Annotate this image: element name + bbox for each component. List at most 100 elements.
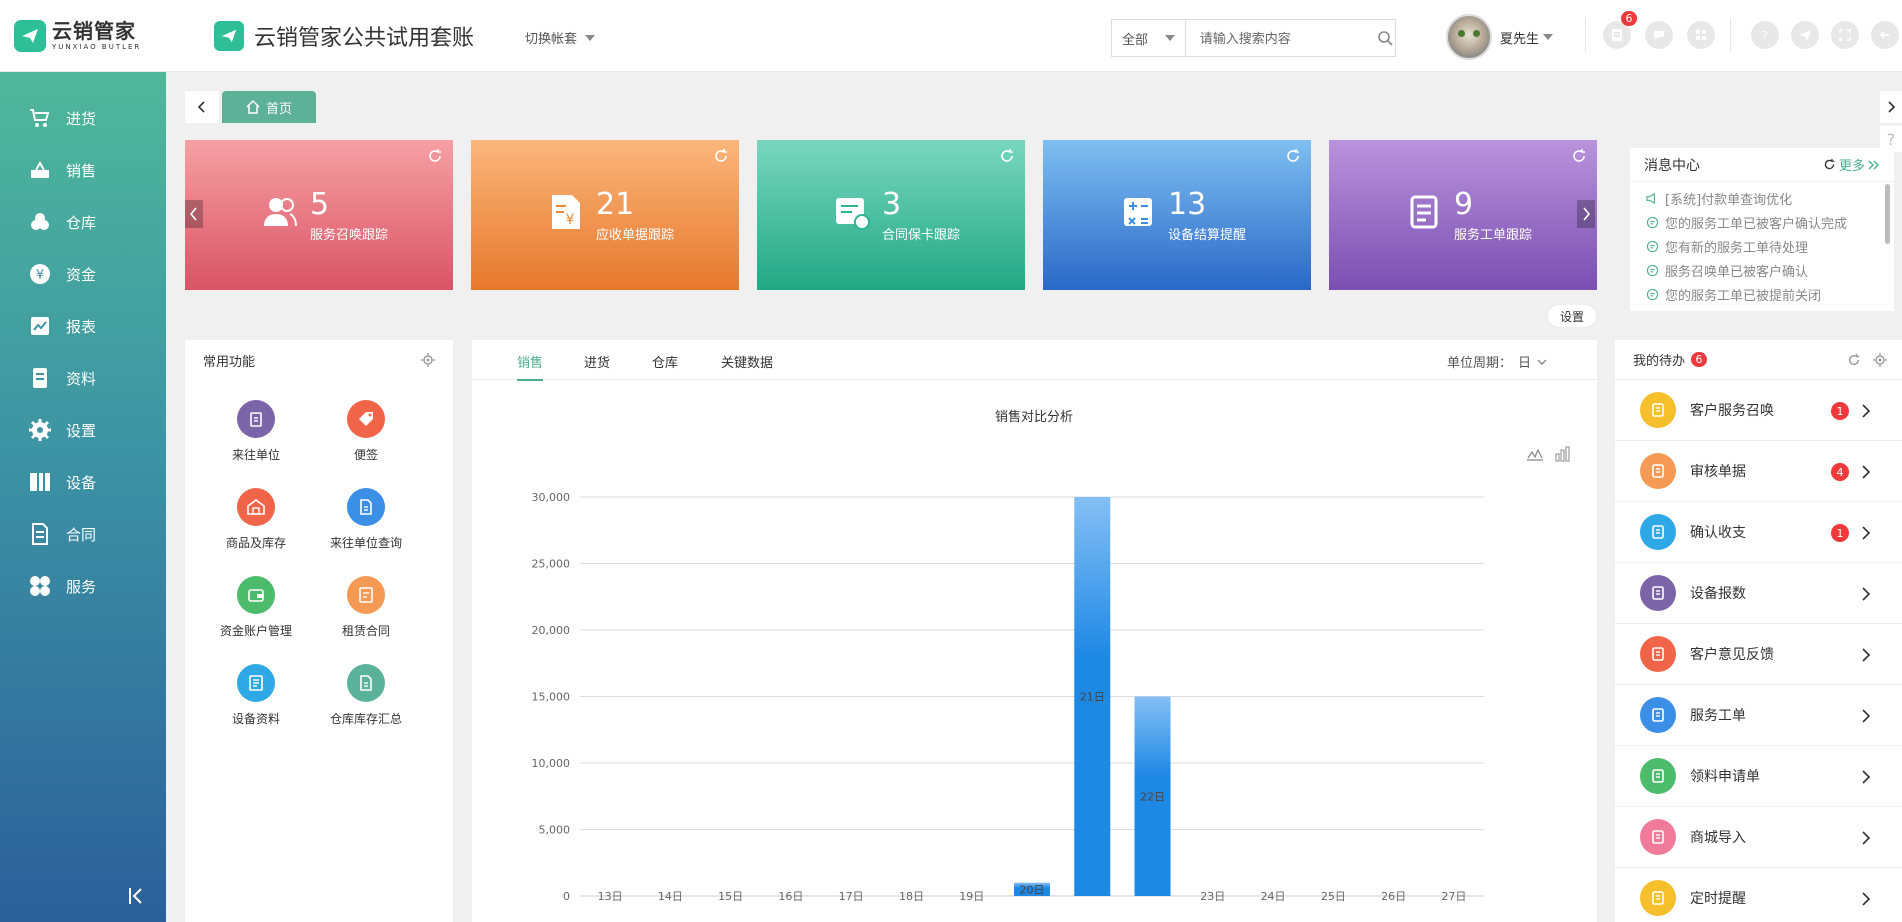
todo-item[interactable]: 商城导入 (1615, 807, 1902, 868)
todo-label: 商城导入 (1690, 830, 1746, 846)
function-contacts-query[interactable]: 来往单位查询 (311, 488, 421, 551)
message-item[interactable]: 您的服务工单已被客户确认完成 (1630, 210, 1894, 234)
todo-item[interactable]: 审核单据 4 (1615, 441, 1902, 502)
message-text: 您有新的服务工单待处理 (1665, 240, 1809, 256)
stat-card-contract[interactable]: 3 合同保卡跟踪 (757, 140, 1025, 290)
function-products-stock[interactable]: 商品及库存 (201, 488, 311, 551)
unit-period-select[interactable]: 单位周期： 日 (1447, 352, 1547, 371)
stat-card-service-call[interactable]: 5 服务召唤跟踪 (185, 140, 453, 290)
message-item[interactable]: [系统]付款单查询优化 (1630, 186, 1894, 210)
function-lease-contract[interactable]: 租赁合同 (311, 576, 421, 639)
switch-account-label: 切换帐套 (525, 32, 578, 47)
refresh-icon[interactable] (713, 148, 729, 164)
gear-icon[interactable] (421, 353, 435, 367)
sidebar-item-label: 销售 (66, 161, 97, 180)
notice-icon[interactable]: 6 (1603, 11, 1637, 49)
stat-card-receivables[interactable]: ¥ 21 应收单据跟踪 (471, 140, 739, 290)
fullscreen-icon[interactable] (1831, 21, 1859, 49)
tab-warehouse[interactable]: 仓库 (652, 352, 678, 371)
refresh-icon[interactable] (1823, 158, 1836, 171)
message-item[interactable]: 服务召唤单已被客户确认 (1630, 258, 1894, 282)
message-text: [系统]付款单查询优化 (1665, 192, 1793, 208)
todo-item[interactable]: 设备报数 (1615, 563, 1902, 624)
work-order-icon (1410, 195, 1438, 229)
brand-name-en: YUNXIAO BUTLER (52, 43, 142, 51)
function-fund-accounts[interactable]: 资金账户管理 (201, 576, 311, 639)
tab-sales[interactable]: 销售 (517, 352, 544, 381)
message-item[interactable]: 您的服务工单已被提前关闭 (1630, 282, 1894, 306)
tab-key-data[interactable]: 关键数据 (721, 352, 773, 371)
refresh-icon[interactable] (1847, 353, 1861, 367)
sidebar-item-sales[interactable]: 销售 (0, 144, 166, 196)
line-chart-toggle-icon[interactable] (1527, 448, 1543, 461)
help-icon[interactable]: ? (1751, 21, 1779, 49)
x-tick-label: 16日 (778, 890, 803, 903)
search-scope-select[interactable]: 全部 (1112, 20, 1186, 56)
divider (1730, 18, 1731, 52)
refresh-icon[interactable] (1571, 148, 1587, 164)
sidebar-item-purchase[interactable]: 进货 (0, 92, 166, 144)
switch-account-dropdown[interactable]: 切换帐套 (525, 28, 596, 47)
sidebar-item-settings[interactable]: 设置 (0, 404, 166, 456)
settings-button[interactable]: 设置 (1547, 304, 1597, 328)
search-scope-value: 全部 (1122, 32, 1149, 48)
todo-item[interactable]: 领料申请单 (1615, 746, 1902, 807)
function-warehouse-summary[interactable]: 仓库库存汇总 (311, 664, 421, 727)
divider (1585, 18, 1586, 52)
sidebar-item-devices[interactable]: 设备 (0, 456, 166, 508)
chevron-down-icon (1537, 359, 1547, 365)
gear-icon[interactable] (1873, 353, 1887, 367)
timer-icon (1640, 880, 1676, 916)
x-tick-label: 24日 (1261, 890, 1286, 903)
chart-title: 销售对比分析 (995, 409, 1073, 425)
sidebar-item-services[interactable]: 服务 (0, 560, 166, 612)
sidebar-item-data[interactable]: 资料 (0, 352, 166, 404)
refresh-icon[interactable] (427, 148, 443, 164)
carousel-next-button[interactable] (1577, 200, 1595, 228)
sidebar-item-warehouse[interactable]: 仓库 (0, 196, 166, 248)
stat-card-settlement[interactable]: 13 设备结算提醒 (1043, 140, 1311, 290)
collapse-sidebar-icon[interactable] (124, 884, 148, 908)
todo-item[interactable]: 服务工单 (1615, 685, 1902, 746)
tab-home[interactable]: 首页 (222, 91, 316, 123)
todo-badge: 1 (1831, 402, 1849, 420)
sidebar-item-funds[interactable]: ¥ 资金 (0, 248, 166, 300)
scrollbar[interactable] (1885, 184, 1890, 244)
search-icon[interactable] (1376, 30, 1395, 46)
logout-icon[interactable] (1871, 21, 1899, 49)
chevron-right-icon (1862, 648, 1871, 662)
apps-icon[interactable] (1687, 21, 1715, 49)
more-messages-link[interactable]: 更多 (1823, 155, 1880, 174)
sidebar-item-label: 报表 (66, 317, 97, 336)
stat-card-work-order[interactable]: 9 服务工单跟踪 (1329, 140, 1597, 290)
sidebar-item-contracts[interactable]: 合同 (0, 508, 166, 560)
todo-item[interactable]: 定时提醒 (1615, 868, 1902, 922)
sidebar-item-label: 设置 (66, 421, 97, 440)
function-notes[interactable]: 便签 (311, 400, 421, 463)
message-item[interactable]: 您有新的服务工单待处理 (1630, 234, 1894, 258)
todo-label: 客户意见反馈 (1690, 647, 1774, 663)
function-device-data[interactable]: 设备资料 (201, 664, 311, 727)
todo-item[interactable]: 客户服务召唤 1 (1615, 380, 1902, 441)
function-contacts[interactable]: 来往单位 (201, 400, 311, 463)
refresh-icon[interactable] (999, 148, 1015, 164)
search-input[interactable] (1185, 20, 1376, 56)
chat-bubble-icon (1646, 216, 1659, 228)
tab-scroll-right-button[interactable] (1880, 91, 1902, 123)
brand-logo[interactable]: 云销管家 YUNXIAO BUTLER (0, 0, 166, 72)
todo-item[interactable]: 客户意见反馈 (1615, 624, 1902, 685)
chat-icon[interactable] (1645, 21, 1673, 49)
user-menu[interactable]: 夏先生 (1446, 14, 1554, 60)
send-icon[interactable] (1791, 21, 1819, 49)
tab-purchase[interactable]: 进货 (584, 352, 610, 371)
todo-item[interactable]: 确认收支 1 (1615, 502, 1902, 563)
bar-chart-toggle-icon[interactable] (1555, 446, 1570, 462)
carousel-prev-button[interactable] (185, 200, 203, 228)
svg-text:?: ? (1762, 29, 1768, 42)
x-tick-label: 26日 (1381, 890, 1406, 903)
inventory-icon (347, 664, 385, 702)
tab-scroll-left-button[interactable] (185, 91, 219, 123)
refresh-icon[interactable] (1285, 148, 1301, 164)
sidebar-item-reports[interactable]: 报表 (0, 300, 166, 352)
meter-icon (1640, 575, 1676, 611)
